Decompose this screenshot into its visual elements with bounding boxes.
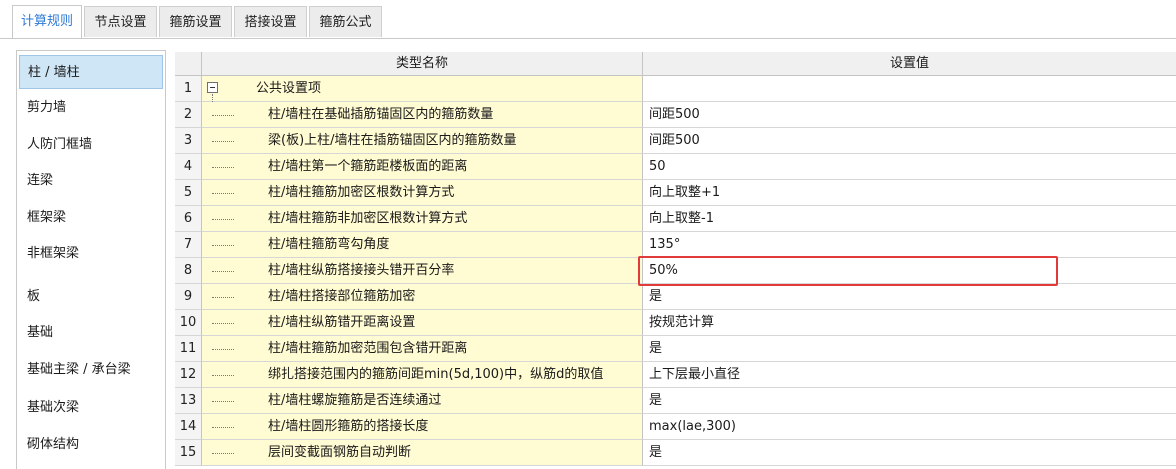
table-row[interactable]: 14 柱/墙柱圆形箍筋的搭接长度 max(lae,300) [175,414,1176,440]
column-header-setting-value: 设置值 [643,52,1176,76]
tree-branch [212,193,234,194]
collapse-icon[interactable] [207,82,218,93]
table-row-group[interactable]: 1 公共设置项 [175,76,1176,102]
sidebar-item-shear-wall[interactable]: 剪力墙 [19,91,163,125]
settings-grid: 类型名称 设置值 1 公共设置项 2 柱/墙柱在基础插筋锚固区内的箍筋数量 间距50… [175,52,1176,469]
table-row[interactable]: 6 柱/墙柱箍筋非加密区根数计算方式 向上取整-1 [175,206,1176,232]
row-number: 14 [175,414,202,440]
sidebar-item-foundation[interactable]: 基础 [19,316,163,350]
row-number: 1 [175,76,202,102]
tab-calc-rules[interactable]: 计算规则 [12,5,82,38]
table-row[interactable]: 2 柱/墙柱在基础插筋锚固区内的箍筋数量 间距500 [175,102,1176,128]
type-name-cell: 绑扎搭接范围内的箍筋间距min(5d,100)中，纵筋d的取值 [202,362,643,388]
row-number: 6 [175,206,202,232]
tab-node-settings[interactable]: 节点设置 [84,6,157,37]
tree-branch [212,453,234,454]
row-number: 4 [175,154,202,180]
setting-value-cell[interactable]: 50 [643,154,1176,180]
type-name-cell: 柱/墙柱圆形箍筋的搭接长度 [202,414,643,440]
type-name-cell: 柱/墙柱螺旋箍筋是否连续通过 [202,388,643,414]
tab-stirrup-formula[interactable]: 箍筋公式 [309,6,382,37]
row-number: 7 [175,232,202,258]
sidebar-item-non-frame-beam[interactable]: 非框架梁 [19,237,163,271]
tree-branch [212,271,234,272]
type-name-cell: 层间变截面钢筋自动判断 [202,440,643,466]
table-row[interactable]: 10 柱/墙柱纵筋错开距离设置 按规范计算 [175,310,1176,336]
tree-branch [212,323,234,324]
tab-bar: 计算规则 节点设置 箍筋设置 搭接设置 箍筋公式 [0,0,1176,39]
setting-value-cell[interactable]: 135° [643,232,1176,258]
sidebar-item-civil-defense-door-wall[interactable]: 人防门框墙 [19,128,163,162]
table-row[interactable]: 3 梁(板)上柱/墙柱在插筋锚固区内的箍筋数量 间距500 [175,128,1176,154]
table-row[interactable]: 7 柱/墙柱箍筋弯勾角度 135° [175,232,1176,258]
setting-value-cell[interactable]: 按规范计算 [643,310,1176,336]
sidebar-item-frame-beam[interactable]: 框架梁 [19,201,163,235]
row-number: 12 [175,362,202,388]
type-name-cell: 柱/墙柱箍筋弯勾角度 [202,232,643,258]
setting-value-cell[interactable]: 是 [643,336,1176,362]
row-number: 3 [175,128,202,154]
setting-value-cell[interactable]: 上下层最小直径 [643,362,1176,388]
type-name-cell: 柱/墙柱箍筋加密范围包含错开距离 [202,336,643,362]
tree-branch [212,141,234,142]
sidebar-item-foundation-main-beam[interactable]: 基础主梁 / 承台梁 [19,353,163,387]
table-row[interactable]: 5 柱/墙柱箍筋加密区根数计算方式 向上取整+1 [175,180,1176,206]
table-row[interactable]: 8 柱/墙柱纵筋搭接接头错开百分率 50% [175,258,1176,284]
component-sidebar: 柱 / 墙柱 剪力墙 人防门框墙 连梁 框架梁 非框架梁 板 基础 基础主梁 /… [16,50,166,469]
setting-value-cell[interactable]: 是 [643,284,1176,310]
setting-value-cell[interactable]: 向上取整-1 [643,206,1176,232]
setting-value-cell[interactable]: 间距500 [643,102,1176,128]
row-number: 9 [175,284,202,310]
sidebar-item-foundation-secondary-beam[interactable]: 基础次梁 [19,391,163,425]
tree-branch [212,219,234,220]
column-header-type-name: 类型名称 [202,52,643,76]
tab-stirrup-settings[interactable]: 箍筋设置 [159,6,232,37]
setting-value-cell[interactable]: 是 [643,440,1176,466]
type-name-cell: 柱/墙柱搭接部位箍筋加密 [202,284,643,310]
table-row[interactable]: 12 绑扎搭接范围内的箍筋间距min(5d,100)中，纵筋d的取值 上下层最小直径 [175,362,1176,388]
setting-value-cell[interactable]: max(lae,300) [643,414,1176,440]
type-name-cell: 柱/墙柱纵筋错开距离设置 [202,310,643,336]
tree-branch [212,245,234,246]
type-name-cell: 柱/墙柱第一个箍筋距楼板面的距离 [202,154,643,180]
tree-branch [212,297,234,298]
row-number: 13 [175,388,202,414]
table-row[interactable]: 11 柱/墙柱箍筋加密范围包含错开距离是 [175,336,1176,362]
row-number: 11 [175,336,202,362]
setting-value-cell[interactable]: 向上取整+1 [643,180,1176,206]
type-name-cell: 梁(板)上柱/墙柱在插筋锚固区内的箍筋数量 [202,128,643,154]
row-number: 2 [175,102,202,128]
sidebar-item-coupling-beam[interactable]: 连梁 [19,164,163,198]
row-number: 15 [175,440,202,466]
table-row[interactable]: 13 柱/墙柱螺旋箍筋是否连续通过是 [175,388,1176,414]
type-name-cell: 柱/墙柱箍筋非加密区根数计算方式 [202,206,643,232]
sidebar-item-column[interactable]: 柱 / 墙柱 [19,55,163,89]
tree-branch [212,401,234,402]
row-number: 8 [175,258,202,284]
setting-value-cell[interactable]: 50% [643,258,1176,284]
sidebar-item-masonry[interactable]: 砌体结构 [19,428,163,462]
tree-branch [212,167,234,168]
row-number: 10 [175,310,202,336]
table-row[interactable]: 9 柱/墙柱搭接部位箍筋加密是 [175,284,1176,310]
tab-lap-settings[interactable]: 搭接设置 [234,6,307,37]
table-row[interactable]: 15 层间变截面钢筋自动判断是 [175,440,1176,466]
type-name-cell: 柱/墙柱纵筋搭接接头错开百分率 [202,258,643,284]
tree-branch [212,349,234,350]
setting-value-cell[interactable] [643,76,1176,102]
table-row[interactable]: 4 柱/墙柱第一个箍筋距楼板面的距离 50 [175,154,1176,180]
tree-branch [212,427,234,428]
setting-value-cell[interactable]: 是 [643,388,1176,414]
row-number-header [175,52,202,76]
type-name-cell: 柱/墙柱箍筋加密区根数计算方式 [202,180,643,206]
setting-value-cell[interactable]: 间距500 [643,128,1176,154]
sidebar-item-slab[interactable]: 板 [19,280,163,314]
tree-branch [212,375,234,376]
row-number: 5 [175,180,202,206]
type-name-cell: 柱/墙柱在基础插筋锚固区内的箍筋数量 [202,102,643,128]
tree-branch [212,115,234,116]
group-name-cell: 公共设置项 [202,76,643,102]
